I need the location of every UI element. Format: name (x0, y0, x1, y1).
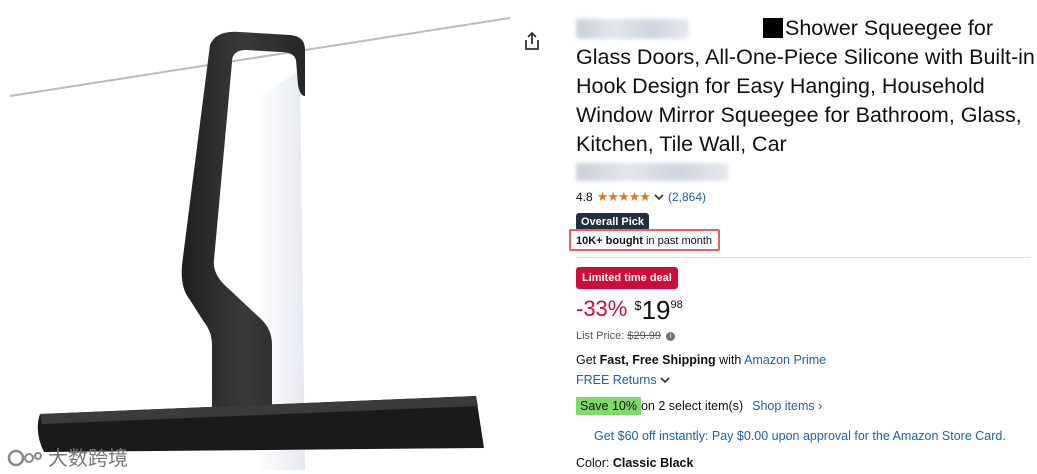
shipping-prefix: Get (576, 353, 600, 367)
watermark-logo-icon (7, 449, 42, 466)
shipping-middle: with (715, 353, 745, 367)
price: -33% $ 19 98 (576, 296, 683, 324)
limited-deal-badge: Limited time deal (576, 267, 678, 289)
list-price-label: List Price: (576, 330, 628, 342)
shipping-info: Get Fast, Free Shipping with Amazon Prim… (576, 353, 826, 367)
price-currency: $ (634, 298, 642, 313)
shipping-bold: Fast, Free Shipping (599, 353, 716, 367)
list-price-value: $29.99 (627, 330, 662, 342)
save-badge: Save 10% (576, 397, 641, 415)
share-icon[interactable] (522, 30, 542, 52)
bought-count: 10K+ bought (576, 235, 643, 247)
product-info: Shower Squeegee for Glass Doors, All-One… (576, 14, 1036, 231)
watermark-text: 大数跨境 (48, 448, 128, 470)
color-label: Color: (576, 456, 613, 470)
watermark: 大数跨境 (6, 442, 128, 471)
price-fraction: 98 (670, 299, 683, 311)
list-price: List Price: $29.99 i (576, 330, 676, 342)
coupon-row: Save 10% on 2 select item(s) Shop items … (576, 397, 822, 415)
shop-items-link[interactable]: Shop items › (752, 399, 822, 413)
rating-stars-icon[interactable]: ★★★★★ (597, 189, 651, 205)
redaction-box (763, 18, 783, 38)
free-returns-link[interactable]: FREE Returns (576, 373, 657, 387)
price-whole: 19 (641, 295, 671, 325)
bought-period: in past month (642, 235, 713, 247)
chevron-down-icon[interactable] (660, 376, 670, 384)
product-image[interactable] (0, 0, 515, 474)
store-link-blurred[interactable] (576, 163, 729, 181)
rating-count-link[interactable]: (2,864) (668, 190, 706, 204)
rating-value: 4.8 (576, 190, 593, 204)
info-icon[interactable]: i (666, 331, 676, 341)
save-condition: on 2 select item(s) (640, 399, 744, 413)
rating-row: 4.8 ★★★★★ (2,864) (576, 189, 1036, 205)
color-selection: Color: Classic Black (576, 456, 693, 470)
store-card-offer[interactable]: Get $60 off instantly: Pay $0.00 upon ap… (594, 429, 1006, 443)
chevron-down-icon[interactable] (654, 193, 664, 201)
discount-percent: -33% (576, 296, 628, 321)
divider (576, 257, 1030, 258)
brand-name-blurred (576, 19, 689, 40)
product-title[interactable]: Shower Squeegee for Glass Doors, All-One… (576, 14, 1036, 159)
color-value: Classic Black (612, 456, 694, 470)
bought-past-month: 10K+ bought in past month (569, 229, 720, 251)
squeegee-illustration (9, 17, 511, 470)
amazon-prime-link[interactable]: Amazon Prime (744, 353, 826, 367)
free-returns[interactable]: FREE Returns (576, 373, 670, 387)
